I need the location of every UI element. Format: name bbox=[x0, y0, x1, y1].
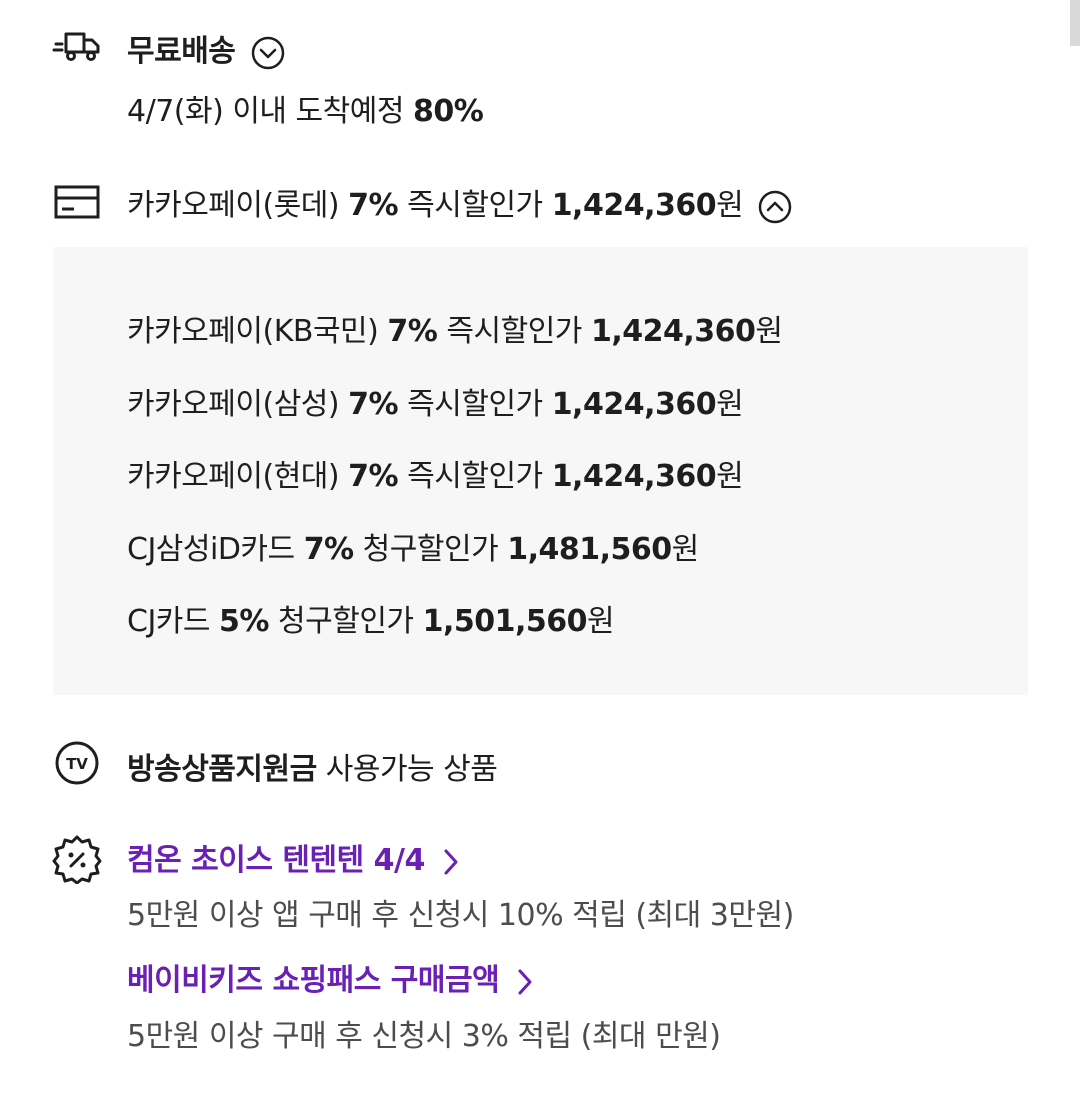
discount-price: 1,424,360 bbox=[551, 387, 717, 422]
promo-title: 컴온 초이스 텐텐텐 4/4 bbox=[127, 843, 425, 878]
discount-label: 즉시할인가 bbox=[446, 314, 582, 349]
discount-rate: 5% bbox=[219, 604, 269, 639]
discount-rate: 7% bbox=[348, 387, 399, 422]
discount-label: 즉시할인가 bbox=[407, 387, 543, 422]
chevron-right-icon bbox=[444, 849, 458, 874]
card-name: 카카오페이(KB국민) bbox=[127, 314, 379, 349]
discount-rate: 7% bbox=[303, 532, 354, 567]
discount-label: 청구할인가 bbox=[278, 604, 414, 639]
discount-label: 청구할인가 bbox=[362, 532, 499, 567]
discount-label: 즉시할인가 bbox=[407, 188, 543, 223]
tv-support-desc: 사용가능 상품 bbox=[325, 752, 498, 787]
promo-title: 베이비키즈 쇼핑패스 구매금액 bbox=[127, 963, 500, 998]
card-name: 카카오페이(삼성) bbox=[127, 387, 340, 422]
chevron-up-icon[interactable] bbox=[758, 190, 792, 224]
discount-price: 1,424,360 bbox=[590, 314, 756, 349]
card-name: 카카오페이(롯데) bbox=[127, 188, 340, 223]
delivery-arrival: 4/7(화) 이내 도착예정 80% bbox=[127, 86, 484, 130]
tv-support-row[interactable]: 방송상품지원금 사용가능 상품 bbox=[127, 744, 498, 788]
card-discount-item: 카카오페이(현대) 7% 즉시할인가 1,424,360원 bbox=[127, 451, 744, 495]
discount-rate: 7% bbox=[348, 459, 399, 494]
card-name: 카카오페이(현대) bbox=[127, 459, 340, 494]
discount-price: 1,501,560 bbox=[422, 604, 588, 639]
card-discount-item: CJ카드 5% 청구할인가 1,501,560원 bbox=[127, 596, 615, 640]
card-discount-item: CJ삼성iD카드 7% 청구할인가 1,481,560원 bbox=[127, 524, 699, 568]
price-unit: 원 bbox=[716, 387, 744, 422]
card-icon bbox=[52, 180, 102, 224]
price-unit: 원 bbox=[755, 314, 783, 349]
discount-price: 1,424,360 bbox=[551, 188, 717, 223]
discount-rate: 7% bbox=[348, 188, 399, 223]
tv-icon: TV bbox=[52, 740, 102, 786]
discount-badge-icon bbox=[52, 834, 102, 884]
promo-desc: 5만원 이상 구매 후 신청시 3% 적립 (최대 만원) bbox=[127, 1011, 721, 1055]
promo-desc-text: 5만원 이상 구매 후 신청시 3% 적립 (최대 만원) bbox=[127, 1019, 721, 1054]
discount-label: 즉시할인가 bbox=[407, 459, 543, 494]
promo-link[interactable]: 컴온 초이스 텐텐텐 4/4 bbox=[127, 835, 459, 879]
price-unit: 원 bbox=[671, 532, 700, 567]
promo-link[interactable]: 베이비키즈 쇼핑패스 구매금액 bbox=[127, 955, 533, 999]
discount-price: 1,424,360 bbox=[551, 459, 717, 494]
price-unit: 원 bbox=[587, 604, 615, 639]
scrollbar[interactable] bbox=[1070, 0, 1080, 46]
card-name: CJ카드 bbox=[127, 604, 211, 639]
price-unit: 원 bbox=[716, 188, 744, 223]
discount-rate: 7% bbox=[387, 314, 438, 349]
truck-icon bbox=[52, 24, 102, 68]
tv-support-title: 방송상품지원금 bbox=[127, 752, 317, 787]
card-discount-item: 카카오페이(삼성) 7% 즉시할인가 1,424,360원 bbox=[127, 379, 744, 423]
arrival-date: 4/7(화) 이내 도착예정 bbox=[127, 94, 404, 129]
card-discount-item: 카카오페이(KB국민) 7% 즉시할인가 1,424,360원 bbox=[127, 306, 783, 350]
chevron-right-icon bbox=[518, 969, 532, 994]
delivery-title-text: 무료배송 bbox=[127, 34, 236, 69]
tv-icon-text: TV bbox=[66, 755, 88, 773]
card-name: CJ삼성iD카드 bbox=[127, 532, 295, 567]
promo-desc: 5만원 이상 앱 구매 후 신청시 10% 적립 (최대 3만원) bbox=[127, 890, 794, 934]
discount-price: 1,481,560 bbox=[507, 532, 672, 567]
card-discount-main[interactable]: 카카오페이(롯데) 7% 즉시할인가 1,424,360원 bbox=[127, 180, 792, 224]
promo-desc-text: 5만원 이상 앱 구매 후 신청시 10% 적립 (최대 3만원) bbox=[127, 898, 794, 933]
arrival-rate: 80% bbox=[413, 94, 484, 129]
chevron-down-icon[interactable] bbox=[251, 36, 285, 70]
delivery-title[interactable]: 무료배송 bbox=[127, 26, 285, 70]
price-unit: 원 bbox=[716, 459, 744, 494]
